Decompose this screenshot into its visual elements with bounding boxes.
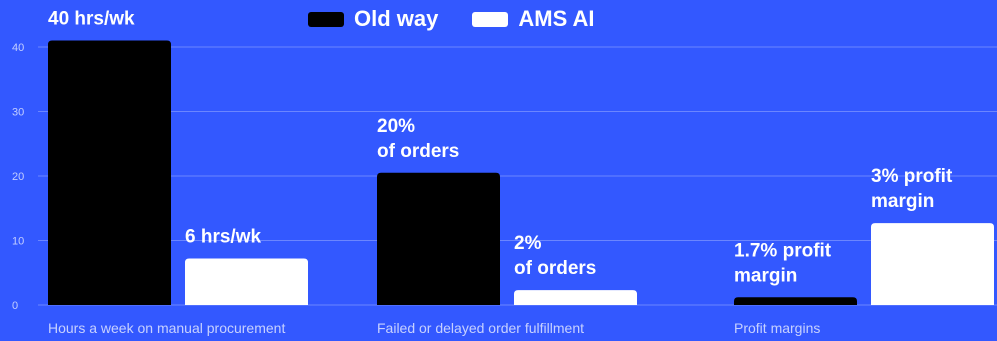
- y-tick-label: 30: [12, 107, 24, 119]
- data-label: 3% profit: [871, 166, 953, 187]
- category-label: Failed or delayed order fulfillment: [377, 320, 584, 336]
- legend-item-old-way: Old way: [308, 6, 438, 32]
- bar-ams-ai: [185, 258, 308, 305]
- data-labels: 40 hrs/wk 20% of orders 1.7% profit margin 6 …: [48, 9, 953, 287]
- category-labels: Hours a week on manual procurement Failed…: [48, 320, 820, 336]
- y-axis-ticks: 0 10 20 30 40: [12, 42, 24, 312]
- legend-item-ams-ai: AMS AI: [472, 6, 595, 32]
- legend: Old way AMS AI: [308, 6, 595, 32]
- data-label: 40 hrs/wk: [48, 9, 135, 30]
- data-label: 2%: [514, 233, 542, 254]
- bar-old-way: [48, 40, 171, 306]
- category-label: Hours a week on manual procurement: [48, 320, 285, 336]
- bar-old-way: [377, 172, 500, 305]
- y-tick-label: 20: [12, 171, 24, 183]
- y-tick-label: 0: [12, 300, 18, 312]
- data-label: of orders: [377, 141, 459, 162]
- data-label: 1.7% profit: [734, 240, 832, 261]
- bar-old-way: [734, 297, 857, 305]
- data-label: margin: [734, 265, 797, 286]
- y-tick-label: 10: [12, 236, 24, 248]
- data-label: of orders: [514, 258, 596, 279]
- bar-ams-ai: [871, 223, 994, 305]
- data-label: 20%: [377, 116, 415, 137]
- data-label: margin: [871, 191, 934, 212]
- bar-chart: 0 10 20 30 40 40 hrs/wk 20% of orders 1.7% prof…: [12, 9, 997, 336]
- legend-swatch-old-way: [308, 11, 344, 27]
- data-label: 6 hrs/wk: [185, 227, 261, 248]
- category-label: Profit margins: [734, 320, 820, 336]
- legend-label-old-way: Old way: [354, 6, 439, 31]
- y-tick-label: 40: [12, 42, 24, 54]
- bar-ams-ai: [514, 290, 637, 305]
- legend-label-ams-ai: AMS AI: [518, 6, 595, 31]
- legend-swatch-ams-ai: [472, 11, 509, 27]
